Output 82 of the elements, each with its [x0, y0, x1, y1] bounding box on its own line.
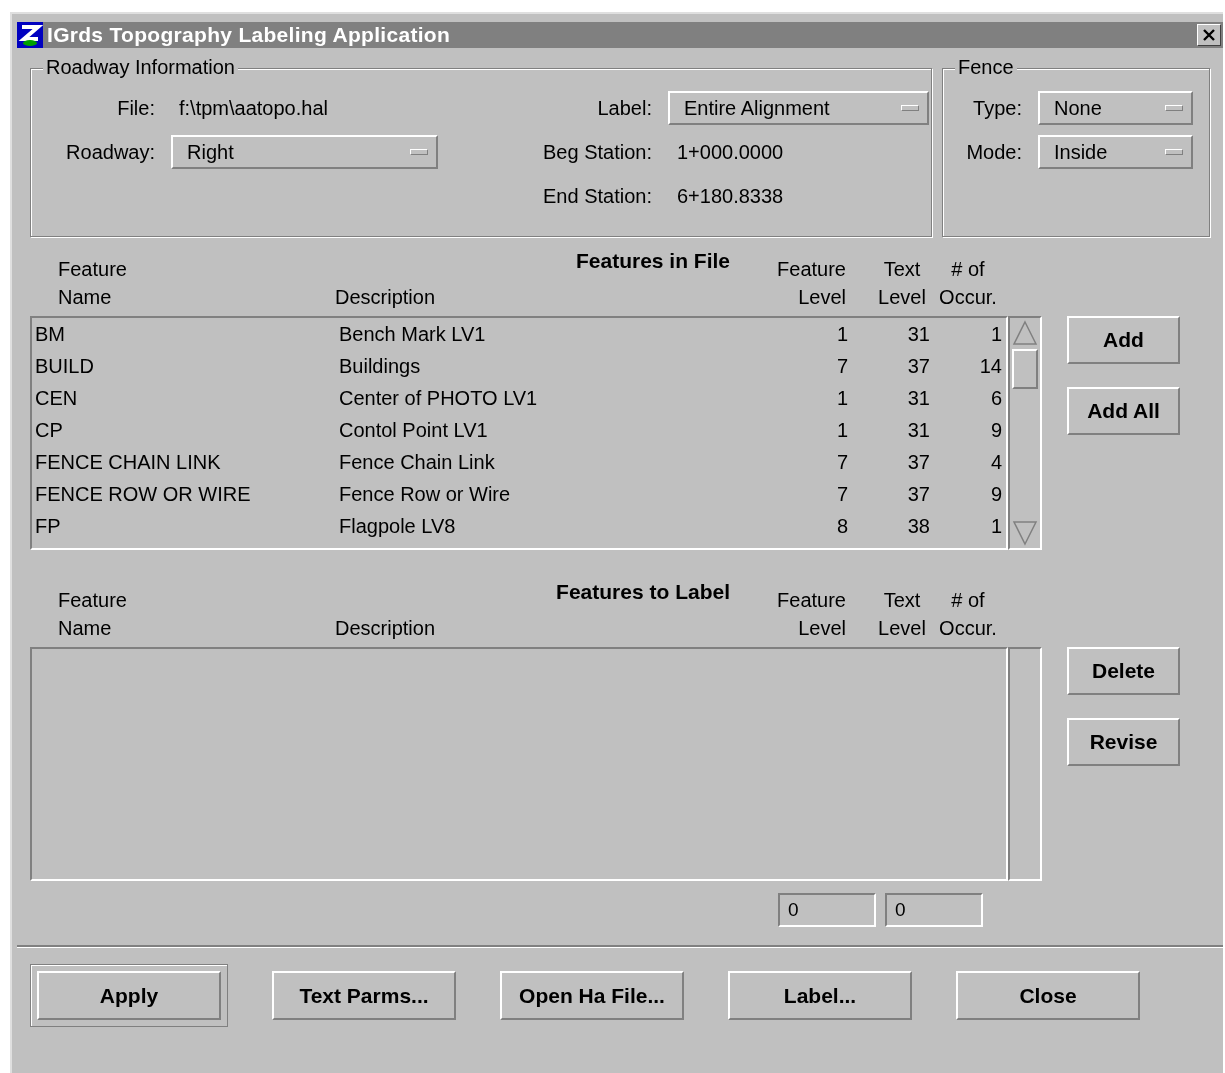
table-cell-text: Contol Point LV1: [338, 418, 489, 443]
scrollbar[interactable]: [1008, 316, 1042, 550]
field-label: Mode:: [965, 140, 1022, 165]
action-button[interactable]: Revise: [1067, 718, 1180, 766]
dialog-button[interactable]: Apply: [37, 971, 221, 1020]
action-button[interactable]: Add All: [1067, 387, 1180, 435]
table-cell-text: 31: [906, 322, 930, 347]
table-cell-text: 31: [906, 386, 930, 411]
table-cell-text: 37: [906, 354, 930, 379]
table-cell-text: FP: [35, 514, 62, 539]
count-field: 0: [778, 893, 876, 927]
dropdown[interactable]: Inside: [1038, 135, 1193, 169]
dialog-button[interactable]: Open Ha File...: [500, 971, 684, 1020]
dialog-button[interactable]: Text Parms...: [272, 971, 456, 1020]
field-label: End Station:: [542, 184, 652, 209]
table-cell-text: 6: [989, 386, 1002, 411]
scroll-up-arrow-icon[interactable]: [1011, 319, 1039, 347]
table-cell-text: Buildings: [338, 354, 422, 379]
table-cell-text: Bench Mark LV1: [338, 322, 487, 347]
table-cell-text: 9: [989, 418, 1002, 443]
table-cell-text: CP: [35, 418, 64, 443]
column-header: Feature Name: [57, 588, 128, 641]
field-value: 6+180.8338: [676, 184, 785, 209]
table-cell-text: 1: [989, 514, 1002, 539]
table-cell-text: 37: [906, 450, 930, 475]
close-icon[interactable]: [1202, 28, 1216, 42]
dialog-button[interactable]: Label...: [728, 971, 912, 1020]
field-value: 1+000.0000: [676, 140, 785, 165]
column-header: Feature Name: [57, 257, 128, 310]
field-value: f:\tpm\aatopo.hal: [178, 96, 329, 121]
table-cell-text: 7: [835, 354, 848, 379]
table-cell-text: 7: [835, 482, 848, 507]
column-header: Text Level: [877, 588, 927, 641]
table-cell-text: 31: [906, 418, 930, 443]
dialog-button[interactable]: Close: [956, 971, 1140, 1020]
scroll-down-arrow-icon[interactable]: [1011, 519, 1039, 547]
dropdown[interactable]: Right: [171, 135, 438, 169]
list-box[interactable]: [30, 316, 1008, 550]
table-cell-text: 4: [989, 450, 1002, 475]
field-label: Type:: [972, 96, 1022, 121]
table-cell-text: 8: [835, 514, 848, 539]
table-cell-text: FENCE CHAIN LINK: [35, 450, 222, 475]
dropdown[interactable]: Entire Alignment: [668, 91, 929, 125]
field-label: Label:: [596, 96, 652, 121]
table-cell-text: 37: [906, 482, 930, 507]
table-cell-text: 1: [835, 322, 848, 347]
table-cell-text: Fence Row or Wire: [338, 482, 512, 507]
column-header: Feature Level: [776, 588, 846, 641]
column-header: Text Level: [877, 257, 927, 310]
section-title: Features in File: [575, 249, 730, 273]
table-cell-text: BM: [35, 322, 66, 347]
table-cell-text: FENCE ROW OR WIRE: [35, 482, 252, 507]
scroll-thumb[interactable]: [1012, 349, 1038, 389]
table-cell-text: 9: [989, 482, 1002, 507]
window-title: IGrds Topography Labeling Application: [47, 22, 451, 49]
table-cell-text: 1: [835, 386, 848, 411]
field-label: File:: [116, 96, 155, 121]
scrollbar[interactable]: [1008, 647, 1042, 881]
table-cell-text: 38: [906, 514, 930, 539]
dropdown[interactable]: None: [1038, 91, 1193, 125]
table-cell-text: 1: [989, 322, 1002, 347]
table-cell-text: Fence Chain Link: [338, 450, 496, 475]
count-field: 0: [885, 893, 983, 927]
column-header: Description: [335, 285, 437, 310]
action-button[interactable]: Delete: [1067, 647, 1180, 695]
app-icon: [17, 22, 43, 48]
column-header: # of Occur.: [938, 257, 998, 310]
section-title: Features to Label: [556, 580, 730, 604]
column-header: # of Occur.: [938, 588, 998, 641]
action-button[interactable]: Add: [1067, 316, 1180, 364]
table-cell-text: Flagpole LV8: [338, 514, 457, 539]
column-header: Description: [335, 616, 437, 641]
table-cell-text: BUILD: [35, 354, 95, 379]
table-cell-text: 1: [835, 418, 848, 443]
table-cell-text: CEN: [35, 386, 79, 411]
close-button[interactable]: [1197, 24, 1221, 46]
table-cell-text: Center of PHOTO LV1: [338, 386, 539, 411]
field-label: Beg Station:: [542, 140, 652, 165]
table-cell-text: 14: [978, 354, 1002, 379]
table-cell-text: 7: [835, 450, 848, 475]
field-label: Roadway:: [65, 140, 155, 165]
column-header: Feature Level: [776, 257, 846, 310]
